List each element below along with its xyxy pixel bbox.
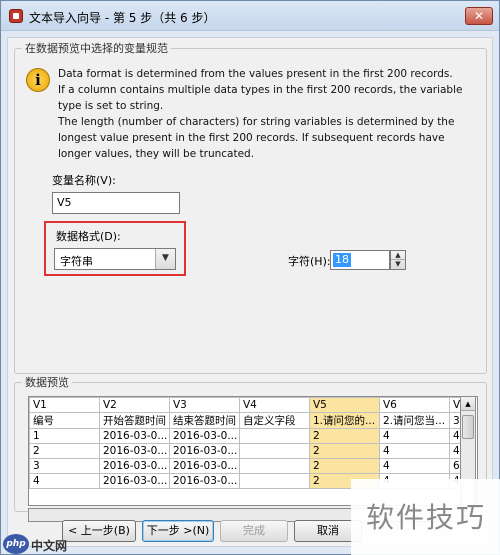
table-cell: 2016-03-0...: [99, 458, 170, 474]
title-bar: 文本导入向导 - 第 5 步（共 6 步） ✕: [1, 1, 499, 31]
column-header[interactable]: V1: [29, 397, 100, 413]
table-cell: 4: [379, 428, 450, 444]
app-icon: [9, 9, 23, 23]
column-header-selected[interactable]: V5: [309, 397, 380, 413]
table-cell: 2: [29, 443, 100, 459]
finish-button: 完成: [220, 520, 288, 542]
watermark-right: 软件技巧: [351, 479, 500, 555]
info-message: Data format is determined from the value…: [58, 66, 478, 162]
window-title: 文本导入向导 - 第 5 步（共 6 步）: [29, 11, 216, 25]
close-button[interactable]: ✕: [465, 7, 493, 25]
info-icon: i: [26, 68, 50, 92]
table-row: 编号 开始答题时间 结束答题时间 自定义字段 1.请问您的... 2.请问您当.…: [29, 412, 470, 429]
width-value: 18: [333, 253, 351, 267]
column-header[interactable]: V2: [99, 397, 170, 413]
data-format-value: 字符串: [60, 255, 93, 268]
watermark-left: php 中文网: [1, 533, 91, 555]
column-header[interactable]: V6: [379, 397, 450, 413]
wizard-content: 在数据预览中选择的变量规范 i Data format is determine…: [7, 37, 493, 547]
variable-spec-legend: 在数据预览中选择的变量规范: [22, 40, 171, 56]
table-cell: 2.请问您当...: [379, 412, 450, 429]
width-label: 字符(H):: [288, 255, 331, 268]
table-row: 3 2016-03-0... 2016-03-0... 2 4 6: [29, 458, 470, 474]
table-cell: 3: [29, 458, 100, 474]
table-cell: 2016-03-0...: [169, 428, 240, 444]
header-row: V1 V2 V3 V4 V5 V6 V: [29, 397, 470, 413]
table-cell: 2016-03-0...: [169, 458, 240, 474]
table-cell: 2: [309, 458, 380, 474]
width-input[interactable]: 18: [330, 250, 390, 270]
table-cell: 4: [379, 443, 450, 459]
data-preview-legend: 数据预览: [22, 374, 72, 390]
scroll-up-icon[interactable]: ▲: [461, 397, 475, 411]
php-logo: php: [3, 534, 29, 554]
table-cell: 2016-03-0...: [99, 473, 170, 489]
table-cell: 4: [29, 473, 100, 489]
width-spinner[interactable]: ▲ ▼: [390, 250, 406, 270]
info-line: Data format is determined from the value…: [58, 68, 453, 80]
table-cell: 自定义字段: [239, 412, 310, 429]
table-cell: 2016-03-0...: [169, 473, 240, 489]
data-preview-table: V1 V2 V3 V4 V5 V6 V 编号 开始答题时间 结束答题时间 自定义: [29, 397, 470, 489]
watermark-left-text: 中文网: [31, 539, 68, 553]
table-cell: 结束答题时间: [169, 412, 240, 429]
table-cell: 4: [379, 458, 450, 474]
chevron-down-icon[interactable]: ▼: [155, 249, 175, 269]
spin-down-icon[interactable]: ▼: [391, 260, 405, 269]
table-cell: 2016-03-0...: [99, 428, 170, 444]
table-cell: 2016-03-0...: [99, 443, 170, 459]
table-cell: [239, 473, 310, 489]
variable-name-input[interactable]: V5: [52, 192, 180, 214]
text-import-wizard-dialog: 文本导入向导 - 第 5 步（共 6 步） ✕ 在数据预览中选择的变量规范 i …: [0, 0, 500, 555]
column-header[interactable]: V3: [169, 397, 240, 413]
table-cell: 编号: [29, 412, 100, 429]
table-cell: [239, 458, 310, 474]
table-cell: 2016-03-0...: [169, 443, 240, 459]
table-row: 2 2016-03-0... 2016-03-0... 2 4 4: [29, 443, 470, 459]
table-row: 1 2016-03-0... 2016-03-0... 2 4 4: [29, 428, 470, 444]
info-line: The length (number of characters) for st…: [58, 116, 455, 160]
data-format-select[interactable]: 字符串 ▼: [54, 248, 176, 270]
table-cell: 1: [29, 428, 100, 444]
table-cell: 2: [309, 428, 380, 444]
variable-name-label: 变量名称(V):: [52, 174, 116, 187]
column-header[interactable]: V4: [239, 397, 310, 413]
table-cell: 2: [309, 443, 380, 459]
info-line: If a column contains multiple data types…: [58, 84, 463, 112]
table-cell: [239, 443, 310, 459]
scroll-thumb[interactable]: [462, 415, 474, 439]
table-cell: 开始答题时间: [99, 412, 170, 429]
next-button[interactable]: 下一步 >(N): [142, 520, 214, 542]
table-cell: [239, 428, 310, 444]
data-format-label: 数据格式(D):: [56, 230, 121, 243]
table-cell: 1.请问您的...: [309, 412, 380, 429]
spin-up-icon[interactable]: ▲: [391, 251, 405, 260]
